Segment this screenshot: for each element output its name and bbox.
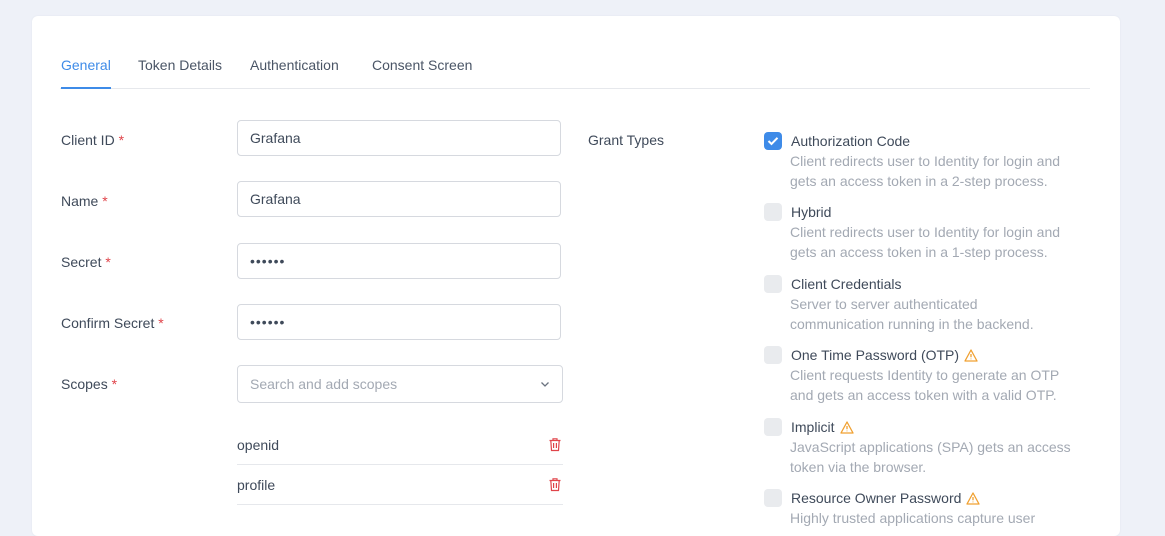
secret-label: Secret *: [61, 254, 111, 270]
grant-desc-line: gets an access token in a 2-step process…: [790, 173, 1048, 189]
client-settings-card: General Token Details Authentication Con…: [32, 16, 1120, 536]
tab-bar: General Token Details Authentication Con…: [60, 56, 1090, 89]
grant-description: Client redirects user to Identity for lo…: [790, 222, 1090, 262]
chevron-down-icon: [541, 382, 549, 387]
warning-icon: [966, 491, 981, 505]
grant-desc-line: Server to server authenticated: [790, 296, 978, 312]
trash-icon[interactable]: [548, 437, 562, 452]
grant-checkbox[interactable]: [764, 489, 782, 507]
grant-title-text: Authorization Code: [791, 133, 911, 149]
client-id-label: Client ID *: [61, 132, 124, 148]
confirm-secret-input[interactable]: [237, 304, 561, 340]
grant-description: Client redirects user to Identity for lo…: [790, 151, 1090, 191]
tab-authentication[interactable]: Authentication: [250, 56, 339, 88]
check-icon: [767, 137, 779, 146]
grant-desc-line: Client requests Identity to generate an …: [790, 367, 1060, 383]
grant-description: JavaScript applications (SPA) gets an ac…: [790, 437, 1090, 477]
trash-icon[interactable]: [548, 477, 562, 492]
grant-desc-line: Client redirects user to Identity for lo…: [790, 153, 1061, 169]
warning-icon: [839, 420, 854, 434]
grant-title: Client Credentials: [791, 276, 902, 292]
scopes-select[interactable]: Search and add scopes: [237, 365, 563, 403]
required-marker: *: [158, 315, 164, 331]
scopes-label-text: Scopes: [61, 376, 108, 392]
client-id-input[interactable]: [237, 120, 561, 156]
grant-checkbox[interactable]: [764, 275, 782, 293]
scope-name: openid: [237, 437, 280, 453]
grant-desc-line: gets an access token in a 1-step process…: [790, 244, 1048, 260]
warning-icon: [964, 348, 978, 362]
confirm-secret-label: Confirm Secret *: [61, 315, 164, 331]
grant-desc-line: Client redirects user to Identity for lo…: [790, 224, 1061, 240]
grant-description: Client requests Identity to generate an …: [790, 365, 1090, 405]
grant-title: Authorization Code: [791, 133, 910, 149]
grant-title-text: Resource Owner Password: [791, 490, 962, 506]
scope-item: openid: [237, 425, 563, 465]
grant-desc-line: JavaScript applications (SPA) gets an ac…: [790, 439, 1071, 455]
grant-title: Resource Owner Password: [791, 490, 981, 506]
name-label-text: Name: [61, 193, 99, 209]
name-input[interactable]: [237, 181, 561, 217]
grant-title-text: Hybrid: [791, 204, 832, 220]
grant-title: Hybrid: [791, 204, 831, 220]
scope-name: profile: [237, 477, 276, 493]
required-marker: *: [102, 193, 108, 209]
tab-general[interactable]: General: [61, 56, 111, 89]
tab-consent-screen[interactable]: Consent Screen: [372, 56, 472, 88]
grant-description: Server to server authenticated communica…: [790, 294, 1090, 334]
client-id-label-text: Client ID: [61, 132, 115, 148]
grant-title-text: Implicit: [791, 419, 835, 435]
required-marker: *: [105, 254, 111, 270]
tab-token-details[interactable]: Token Details: [138, 56, 222, 88]
name-label: Name *: [61, 193, 108, 209]
grant-checkbox-checked[interactable]: [764, 132, 782, 150]
grant-title-text: Client Credentials: [791, 276, 902, 292]
grant-title: One Time Password (OTP): [791, 347, 978, 363]
grant-checkbox[interactable]: [764, 203, 782, 221]
confirm-secret-label-text: Confirm Secret: [61, 315, 155, 331]
grant-description: Highly trusted applications capture user: [790, 508, 1090, 528]
grant-desc-line: token via the browser.: [790, 459, 927, 475]
grant-title: Implicit: [791, 419, 854, 435]
required-marker: *: [111, 376, 118, 392]
grant-desc-line: Highly trusted applications capture user: [790, 510, 1036, 526]
grant-checkbox[interactable]: [764, 418, 782, 436]
grant-desc-line: communication running in the backend.: [790, 316, 1034, 332]
scope-item: profile: [237, 465, 563, 505]
grant-types-label: Grant Types: [588, 132, 665, 148]
grant-desc-line: and gets an access token with a valid OT…: [790, 387, 1057, 403]
secret-input[interactable]: [237, 243, 561, 279]
scopes-placeholder: Search and add scopes: [250, 376, 398, 392]
grant-checkbox[interactable]: [764, 346, 782, 364]
secret-label-text: Secret: [61, 254, 102, 270]
scopes-label: Scopes *: [61, 376, 117, 392]
required-marker: *: [118, 132, 125, 148]
grant-title-text: One Time Password (OTP): [791, 347, 960, 363]
